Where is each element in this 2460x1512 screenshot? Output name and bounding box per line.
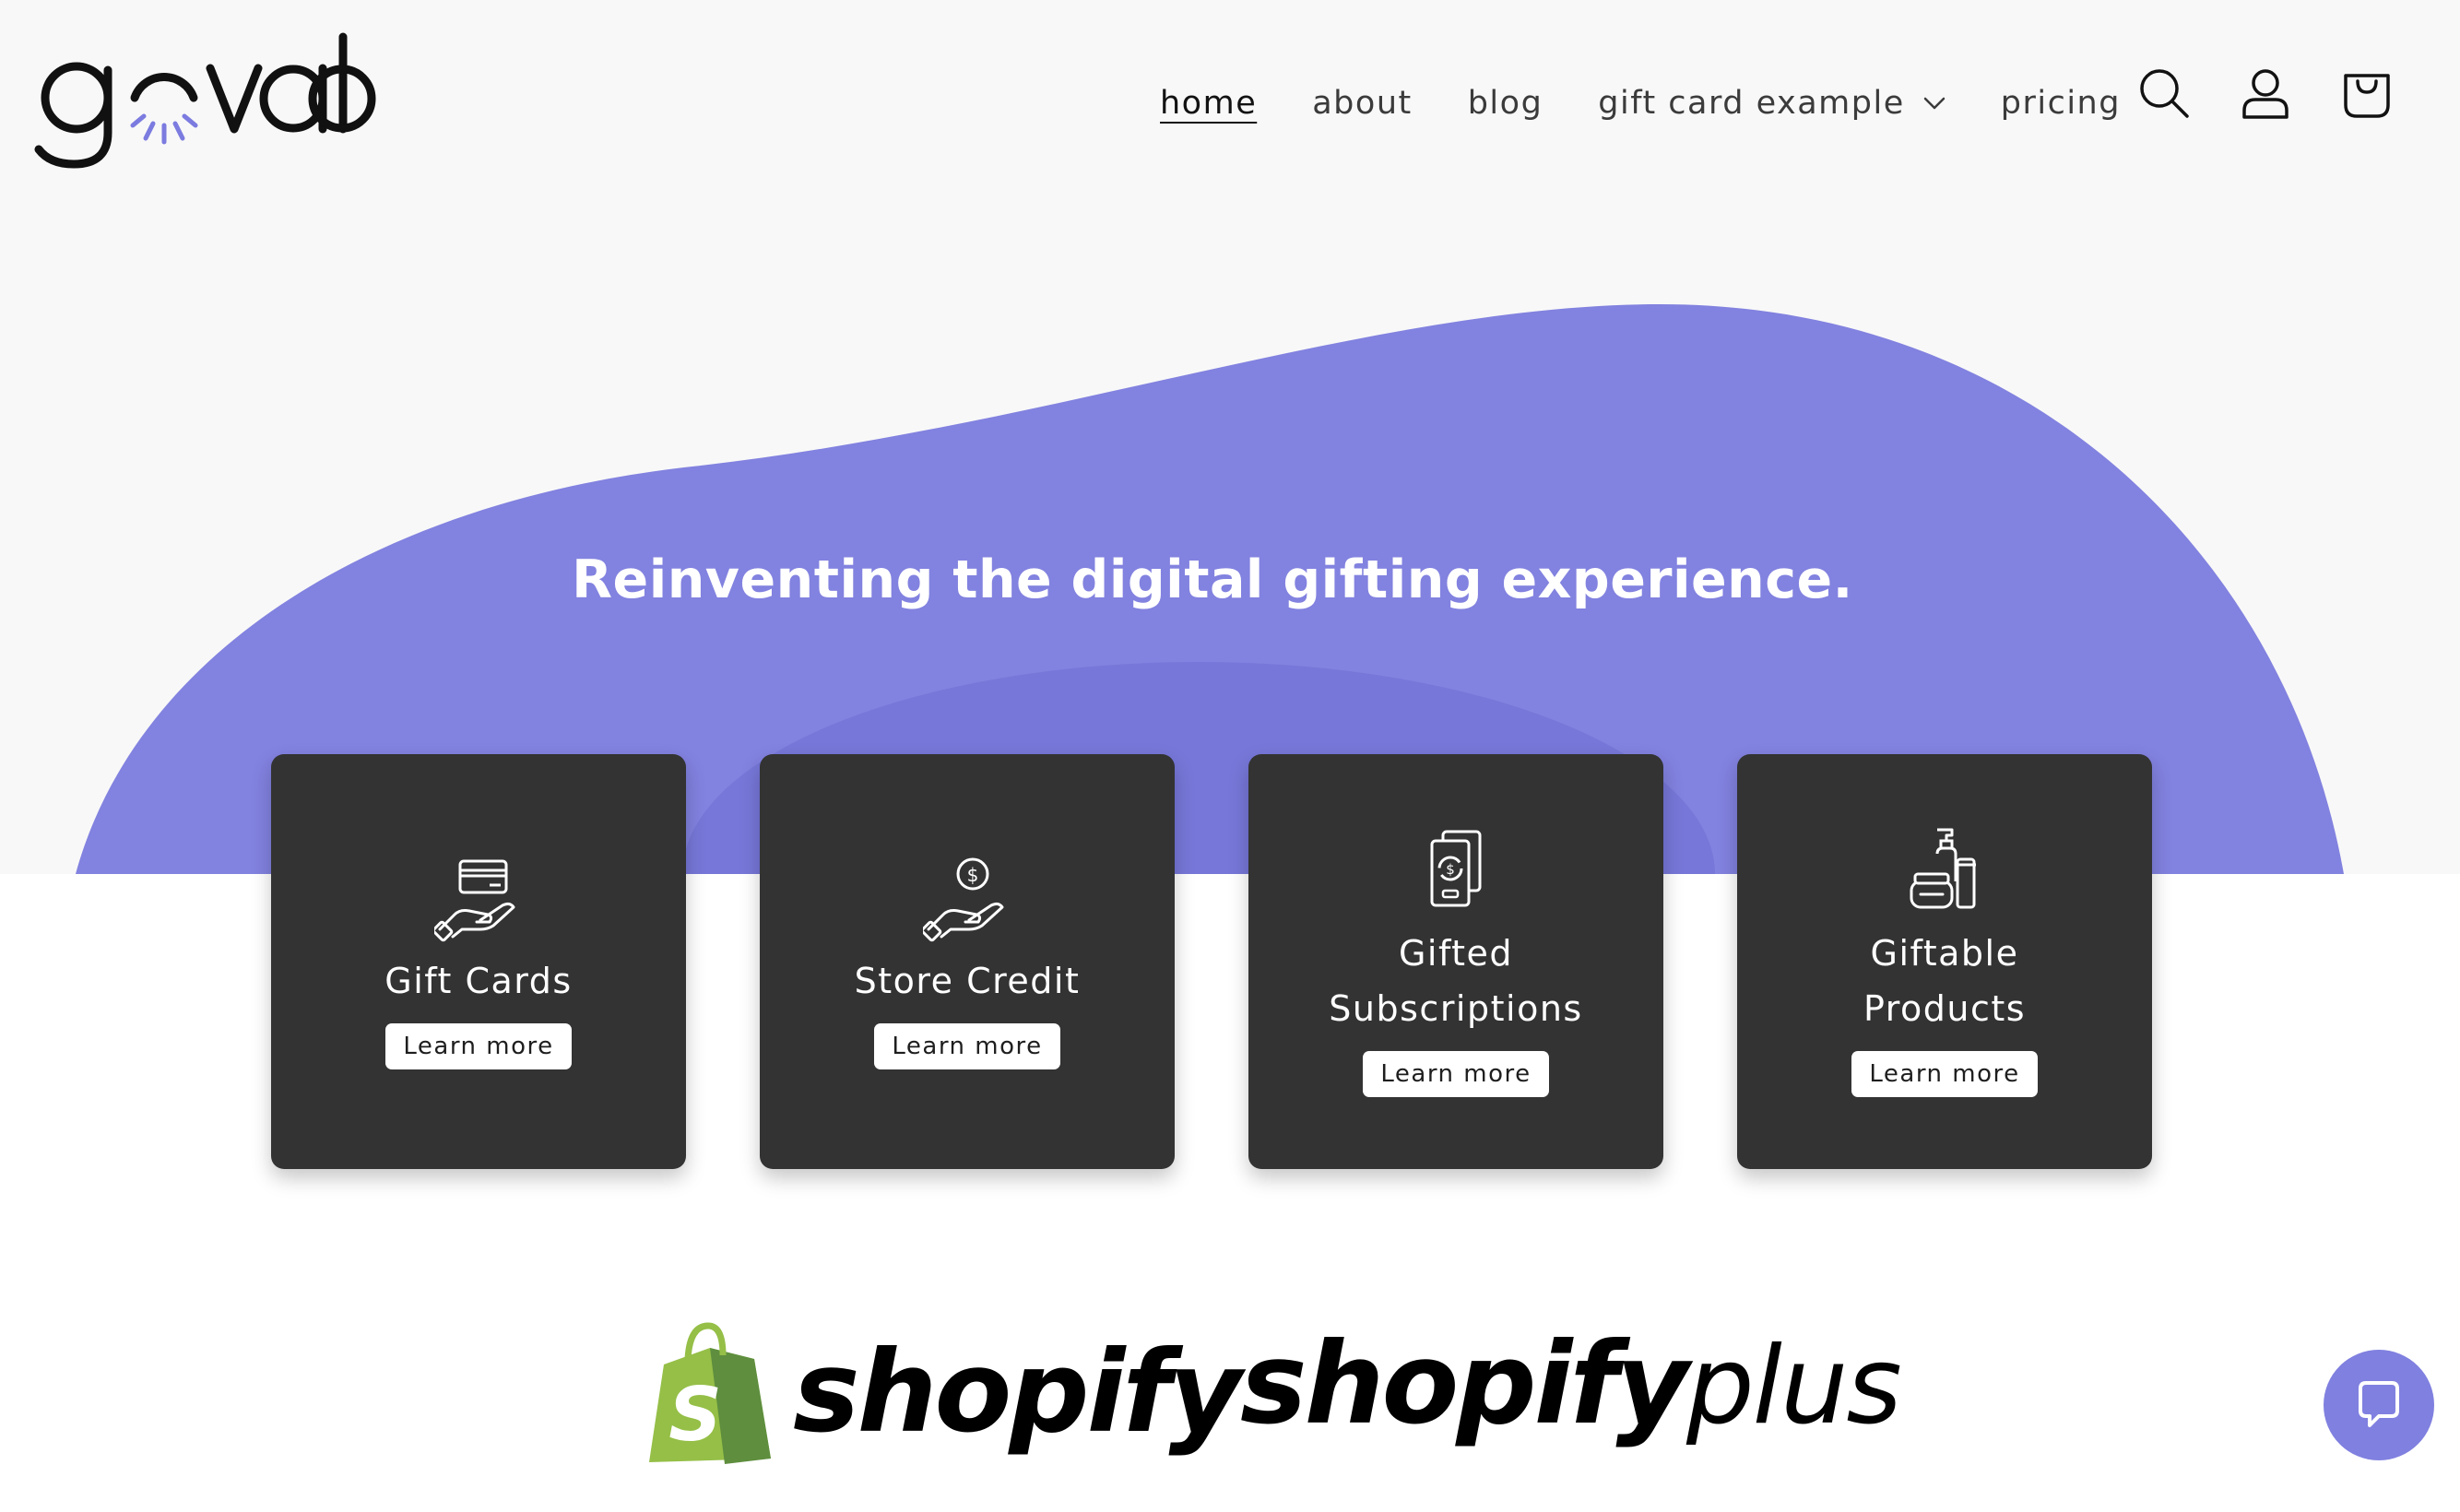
- main-nav: home about blog gift card example pricin…: [1160, 76, 2176, 131]
- gift-card-hand-icon: [434, 859, 515, 942]
- site-header: home about blog gift card example pricin…: [0, 0, 2460, 203]
- shopify-plus-wordmark-light: plus: [1686, 1324, 1902, 1448]
- shopify-plus-wordmark-bold: shopify: [1240, 1318, 1689, 1449]
- nav-gift-card-example-label: gift card example: [1598, 85, 1905, 122]
- nav-home[interactable]: home: [1160, 85, 1257, 122]
- card-store-credit[interactable]: $ Store Credit Learn more: [760, 754, 1175, 1169]
- nav-pricing[interactable]: pricing: [2001, 85, 2121, 122]
- header-icons: [2137, 66, 2394, 120]
- nav-blog[interactable]: blog: [1468, 85, 1543, 122]
- card-title: Gift Cards: [384, 961, 573, 1001]
- subscription-card-icon: $: [1430, 830, 1482, 907]
- card-title: Gifted Subscriptions: [1329, 933, 1583, 1029]
- card-title: Store Credit: [854, 961, 1081, 1001]
- chat-button[interactable]: [2324, 1350, 2434, 1460]
- chevron-down-icon: [1923, 97, 1945, 110]
- chat-bubble-icon: [2359, 1381, 2399, 1427]
- coin-hand-icon: $: [923, 857, 1004, 942]
- search-icon[interactable]: [2137, 66, 2191, 120]
- card-gift-cards[interactable]: Gift Cards Learn more: [271, 754, 686, 1169]
- card-giftable-products[interactable]: Giftable Products Learn more: [1737, 754, 2152, 1169]
- page: home about blog gift card example pricin…: [0, 0, 2460, 1512]
- shopify-wordmark: shopify: [793, 1327, 1242, 1458]
- learn-more-button[interactable]: Learn more: [1851, 1051, 2038, 1097]
- learn-more-button[interactable]: Learn more: [874, 1023, 1060, 1069]
- learn-more-button[interactable]: Learn more: [385, 1023, 572, 1069]
- shopify-logo: S shopify: [645, 1309, 1242, 1475]
- account-icon[interactable]: [2239, 66, 2292, 120]
- product-cards: Gift Cards Learn more $ Store Credit Lea…: [271, 754, 2152, 1171]
- svg-text:S: S: [668, 1372, 722, 1458]
- products-bottles-icon: [1910, 828, 1976, 909]
- learn-more-button[interactable]: Learn more: [1363, 1051, 1549, 1097]
- svg-text:$: $: [967, 864, 979, 886]
- shopify-bag-icon: S: [649, 1322, 771, 1464]
- card-title: Giftable Products: [1863, 933, 2027, 1029]
- hero-title: Reinventing the digital gifting experien…: [572, 549, 1853, 610]
- svg-text:$: $: [1446, 861, 1455, 878]
- nav-gift-card-example[interactable]: gift card example: [1598, 85, 1945, 122]
- nav-about[interactable]: about: [1312, 85, 1412, 122]
- card-gifted-subscriptions[interactable]: $ Gifted Subscriptions Learn more: [1248, 754, 1663, 1169]
- shopify-plus-logo: shopify plus: [1240, 1318, 1902, 1449]
- cart-icon[interactable]: [2340, 66, 2394, 120]
- logo-o-letter: [308, 65, 376, 133]
